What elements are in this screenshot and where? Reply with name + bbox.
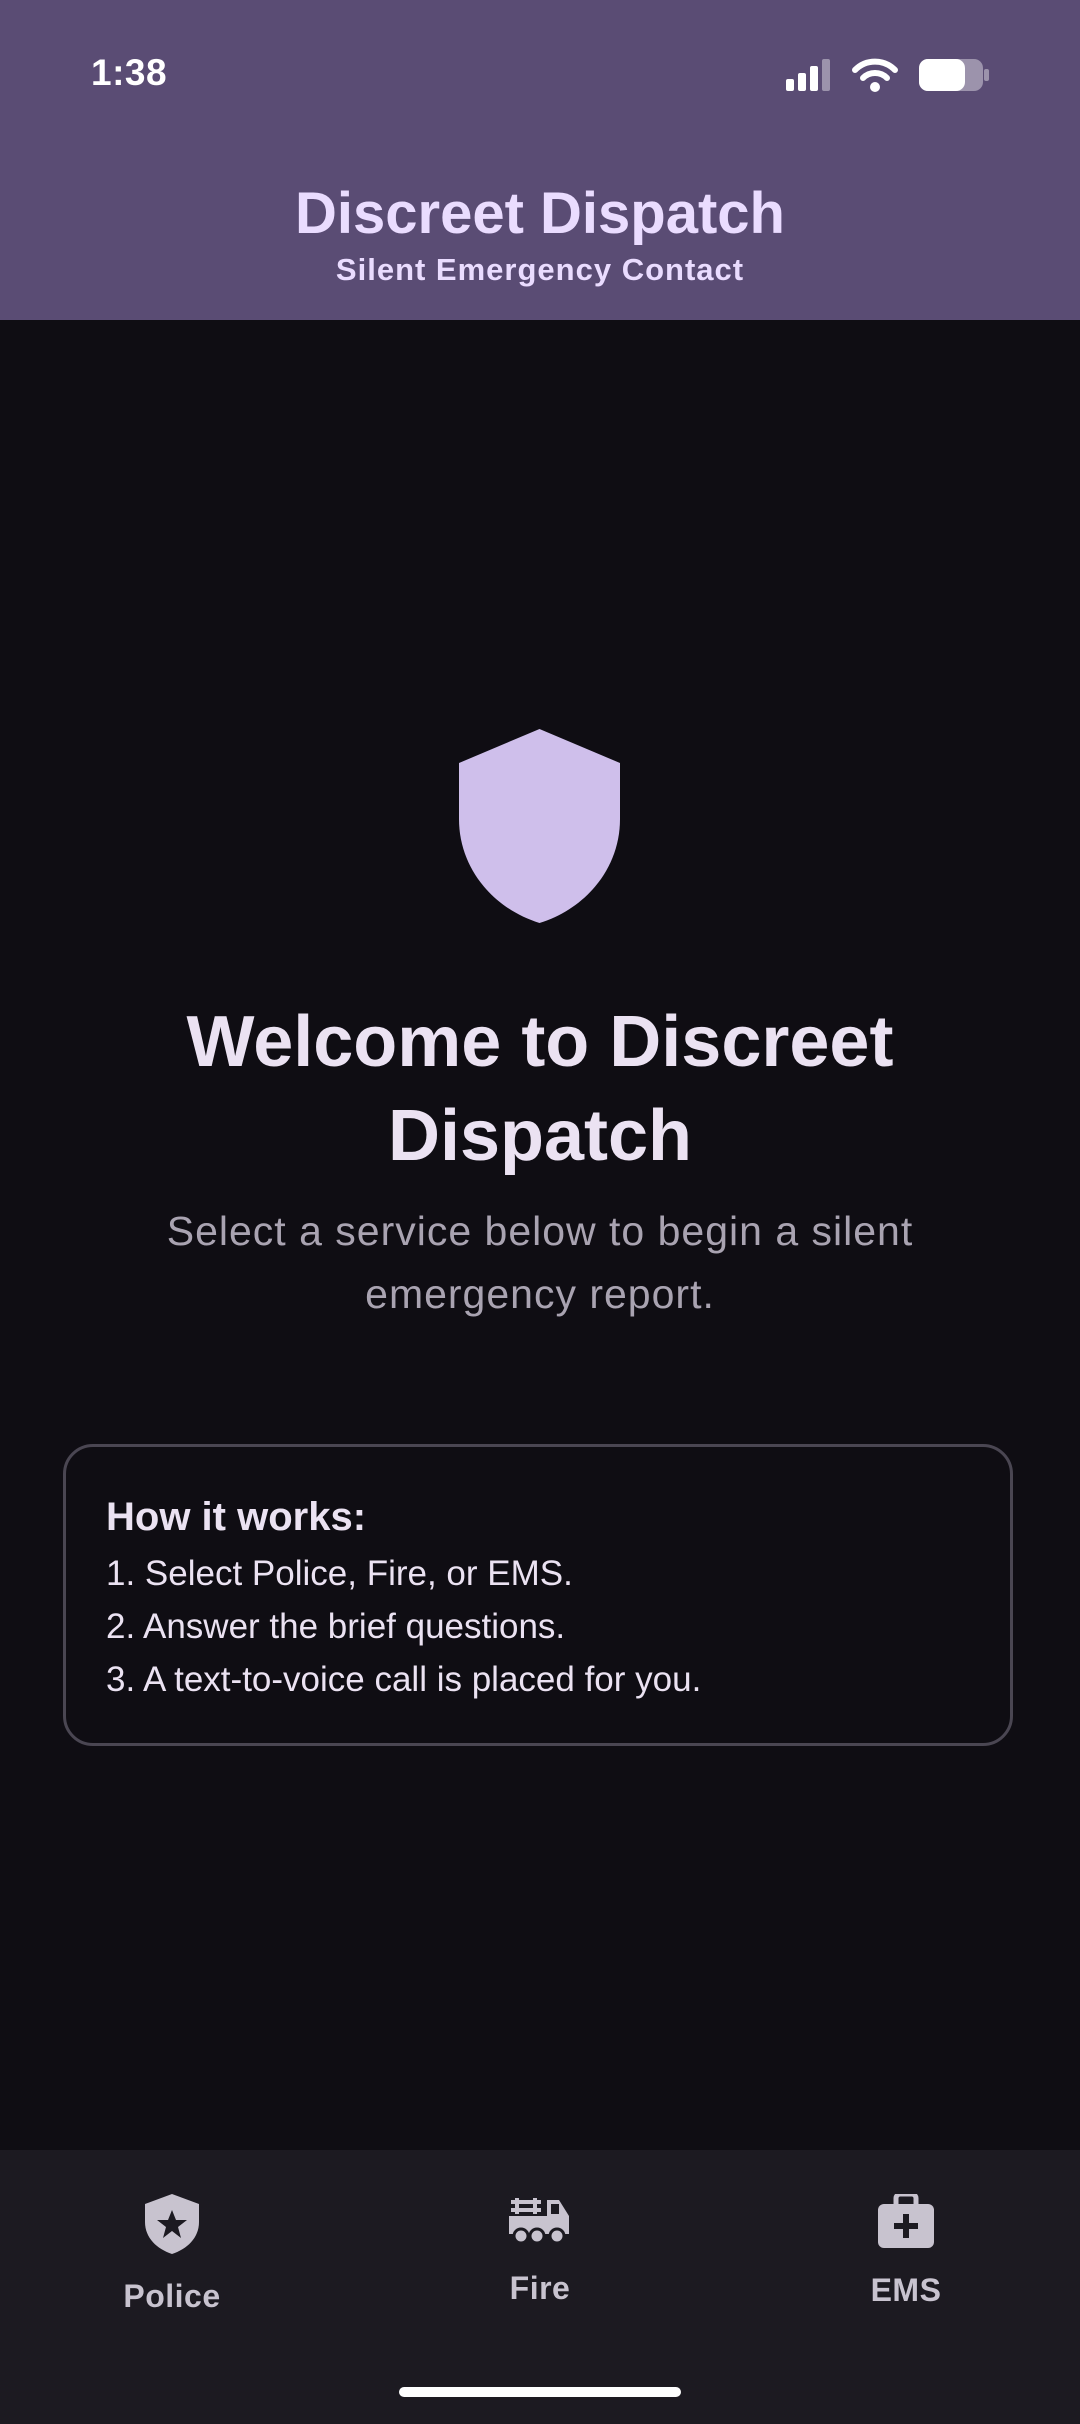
- status-icons: [786, 58, 990, 92]
- nav-label-police: Police: [123, 2278, 221, 2314]
- cellular-signal-icon: [786, 59, 830, 91]
- shield-icon: [459, 729, 620, 923]
- app-subtitle: Silent Emergency Contact: [335, 252, 745, 287]
- nav-label-fire: Fire: [509, 2270, 571, 2306]
- home-indicator[interactable]: [399, 2387, 681, 2397]
- how-it-works-title: How it works:: [106, 1495, 367, 1539]
- status-time: 1:38: [91, 52, 168, 93]
- nav-item-fire[interactable]: Fire: [440, 2194, 640, 2307]
- app-title: Discreet Dispatch: [295, 181, 785, 246]
- medical-kit-icon: [878, 2194, 934, 2248]
- welcome-subtitle: Select a service below to begin a silent…: [166, 1208, 914, 1317]
- nav-item-police[interactable]: Police: [72, 2194, 272, 2315]
- battery-icon: [919, 59, 989, 91]
- how-it-works-step: 1. Select Police, Fire, or EMS.: [106, 1554, 573, 1593]
- how-it-works-card: How it works: 1. Select Police, Fire, or…: [63, 1444, 1013, 1746]
- wifi-icon: [852, 58, 898, 92]
- nav-label-ems: EMS: [870, 2272, 942, 2308]
- how-it-works-step: 3. A text-to-voice call is placed for yo…: [106, 1660, 702, 1699]
- app-header: 1:38 Discreet Dispatch Silent Emergency …: [0, 0, 1080, 320]
- fire-truck-icon: [509, 2198, 569, 2245]
- how-it-works-step: 2. Answer the brief questions.: [106, 1607, 566, 1646]
- bottom-navigation: Police Fire EMS: [0, 2150, 1080, 2424]
- police-badge-icon: [145, 2194, 199, 2254]
- welcome-title: Welcome to Discreet Dispatch: [186, 1002, 894, 1176]
- nav-item-ems[interactable]: EMS: [806, 2194, 1006, 2309]
